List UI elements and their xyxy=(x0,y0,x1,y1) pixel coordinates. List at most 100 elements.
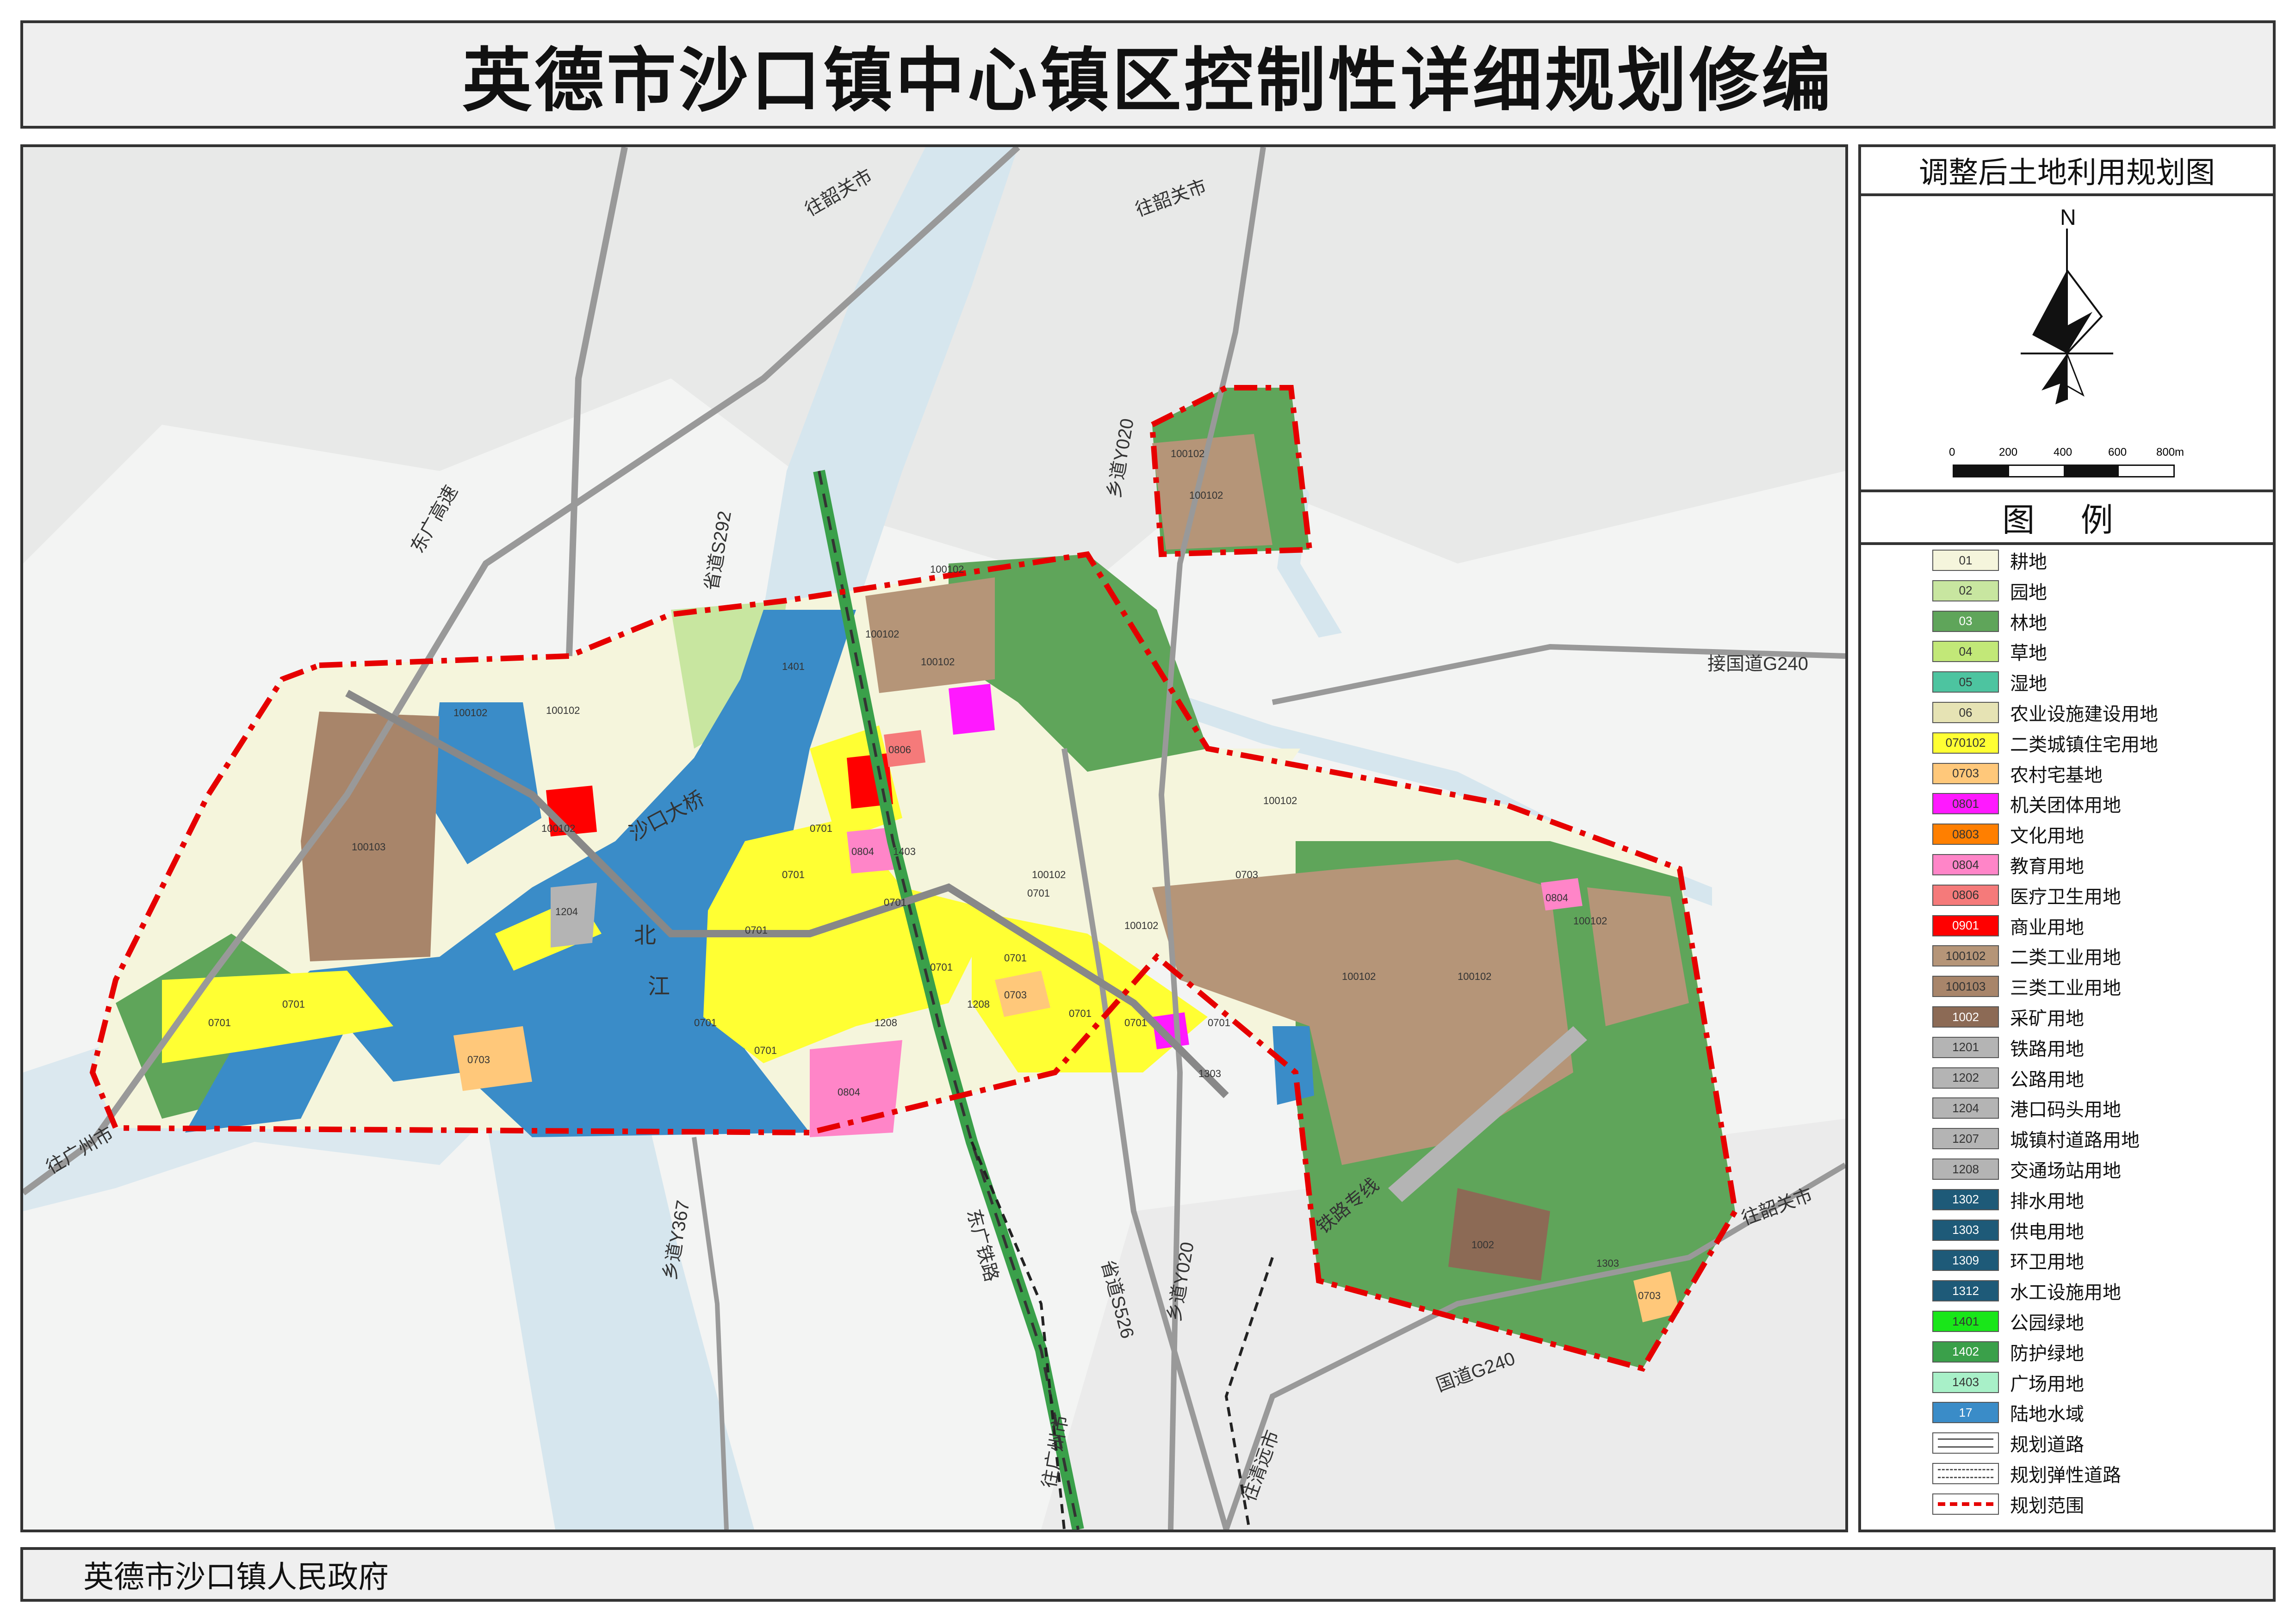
legend-label: 二类城镇住宅用地 xyxy=(2010,734,2158,755)
legend-item: 1403 广场用地 xyxy=(1932,1371,2084,1394)
institutional-parcel xyxy=(949,684,995,735)
scale-tick: 800m xyxy=(2156,446,2184,458)
legend-swatch: 0801 xyxy=(1932,793,1999,815)
legend-label: 商业用地 xyxy=(2010,917,2084,938)
legend-swatch: 1207 xyxy=(1932,1128,1999,1150)
parcel-code: 0701 xyxy=(782,869,805,880)
scale-tick: 600 xyxy=(2108,446,2127,458)
legend-code: 1208 xyxy=(1952,1162,1979,1176)
legend-item: 0901 商业用地 xyxy=(1932,914,2084,938)
legend-item: 1201 铁路用地 xyxy=(1932,1036,2084,1059)
legend-code: 04 xyxy=(1959,644,1973,658)
map-panel[interactable]: 沙口大桥 北 江 东广高速 省道S292 乡道Y020 乡道Y020 接国道G2… xyxy=(20,144,1848,1532)
lake xyxy=(1272,1026,1314,1105)
legend-swatch: 100103 xyxy=(1932,976,1999,997)
legend-item: 1002 采矿用地 xyxy=(1932,1005,2084,1029)
parcel-code: 100102 xyxy=(541,823,575,834)
legend-item: 规划弹性道路 xyxy=(1932,1462,2121,1486)
parcel-code: 0701 xyxy=(930,961,953,973)
legend-code: 01 xyxy=(1959,553,1973,567)
parcel-code: 0701 xyxy=(1208,1017,1230,1028)
legend-code: 1207 xyxy=(1952,1131,1979,1146)
parcel-code: 0701 xyxy=(208,1017,231,1028)
legend-item: 100102 二类工业用地 xyxy=(1932,944,2121,968)
legend-swatch: 1309 xyxy=(1932,1250,1999,1271)
parcel-code: 100102 xyxy=(865,628,899,640)
legend-swatch xyxy=(1932,1463,1999,1484)
label-river-2: 江 xyxy=(648,974,670,999)
parcel-code: 0703 xyxy=(1235,869,1258,880)
legend-code: 1403 xyxy=(1952,1375,1979,1389)
legend-code: 1002 xyxy=(1952,1010,1979,1024)
scale-tick: 0 xyxy=(1949,446,1955,458)
legend-item: 05 湿地 xyxy=(1932,670,2047,694)
parcel-code: 100102 xyxy=(930,564,964,575)
legend-label: 排水用地 xyxy=(2010,1191,2084,1212)
legend-code: 1302 xyxy=(1952,1192,1979,1207)
parcel-code: 0701 xyxy=(810,823,832,834)
page-title: 英德市沙口镇中心镇区控制性详细规划修编 xyxy=(462,41,1834,119)
legend-item: 1312 水工设施用地 xyxy=(1932,1279,2121,1303)
legend-swatch: 04 xyxy=(1932,641,1999,663)
legend-item: 0804 教育用地 xyxy=(1932,853,2084,877)
land-use-map[interactable]: 沙口大桥 北 江 东广高速 省道S292 乡道Y020 乡道Y020 接国道G2… xyxy=(23,147,1845,1530)
legend-code: 1309 xyxy=(1952,1253,1979,1267)
legend-swatch: 02 xyxy=(1932,580,1999,601)
legend-item: 0806 医疗卫生用地 xyxy=(1932,884,2121,907)
legend-swatch: 0804 xyxy=(1932,854,1999,875)
parcel-code: 100102 xyxy=(1124,920,1158,931)
legend-label: 城镇村道路用地 xyxy=(2010,1130,2140,1151)
legend-code: 0804 xyxy=(1952,857,1979,872)
legend-label: 农村宅基地 xyxy=(2010,765,2103,786)
parcel-code: 0701 xyxy=(754,1045,777,1056)
legend-item: 03 林地 xyxy=(1932,610,2047,633)
legend-label: 湿地 xyxy=(2010,674,2047,694)
parcel-code: 1303 xyxy=(1198,1068,1221,1079)
footer-bar: 英德市沙口镇人民政府 xyxy=(20,1547,2276,1602)
legend-label: 港口码头用地 xyxy=(2010,1100,2121,1121)
parcel-code: 0701 xyxy=(1027,887,1050,899)
legend-label: 规划弹性道路 xyxy=(2010,1465,2121,1486)
legend-label: 公园绿地 xyxy=(2010,1313,2084,1333)
legend-code: 06 xyxy=(1959,705,1973,719)
parcel-code: 0701 xyxy=(694,1017,717,1028)
side-panel: 调整后土地利用规划图 N 0 200 400 600 800m 图 例 01 耕… xyxy=(1858,144,2276,1532)
legend-code: 0901 xyxy=(1952,918,1979,933)
legend-label: 陆地水域 xyxy=(2010,1404,2084,1425)
legend-label: 广场用地 xyxy=(2010,1374,2084,1394)
legend-code: 1204 xyxy=(1952,1101,1979,1115)
legend-label: 林地 xyxy=(2010,613,2047,633)
scale-bar: 0 200 400 600 800m xyxy=(1949,446,2184,477)
legend-item: 1202 公路用地 xyxy=(1932,1066,2084,1090)
rural-homestead xyxy=(453,1026,532,1091)
legend-item: 1401 公园绿地 xyxy=(1932,1310,2084,1333)
legend-item: 1208 交通场站用地 xyxy=(1932,1158,2121,1181)
parcel-code: 0703 xyxy=(1638,1290,1661,1301)
legend-label: 水工设施用地 xyxy=(2010,1282,2121,1303)
legend-code: 0703 xyxy=(1952,766,1979,781)
legend-item: 1302 排水用地 xyxy=(1932,1188,2084,1212)
legend-item: 17 陆地水域 xyxy=(1932,1401,2084,1425)
parcel-code: 1204 xyxy=(555,906,578,917)
legend-item: 0803 文化用地 xyxy=(1932,823,2084,846)
legend-label: 铁路用地 xyxy=(2010,1039,2084,1059)
legend-label: 交通场站用地 xyxy=(2010,1161,2121,1181)
legend-code: 03 xyxy=(1959,614,1973,628)
legend-swatch: 06 xyxy=(1932,702,1999,723)
legend-swatch: 01 xyxy=(1932,550,1999,571)
legend-code: 100102 xyxy=(1945,948,1986,963)
legend-swatch: 1312 xyxy=(1932,1280,1999,1302)
legend-code: 17 xyxy=(1959,1405,1973,1419)
parcel-code: 100102 xyxy=(1189,489,1223,501)
parcel-code: 1303 xyxy=(1596,1258,1619,1269)
legend-label: 环卫用地 xyxy=(2010,1252,2084,1273)
parcel-code: 100102 xyxy=(1263,795,1297,806)
label-river-1: 北 xyxy=(634,923,656,948)
legend-swatch: 1208 xyxy=(1932,1158,1999,1180)
parcel-code: 0701 xyxy=(282,998,305,1010)
parcel-code: 0804 xyxy=(838,1086,860,1098)
legend-item: 1207 城镇村道路用地 xyxy=(1932,1127,2140,1151)
legend-code: 05 xyxy=(1959,675,1973,689)
legend-swatch xyxy=(1932,1493,1999,1515)
legend-swatch: 0703 xyxy=(1932,762,1999,784)
